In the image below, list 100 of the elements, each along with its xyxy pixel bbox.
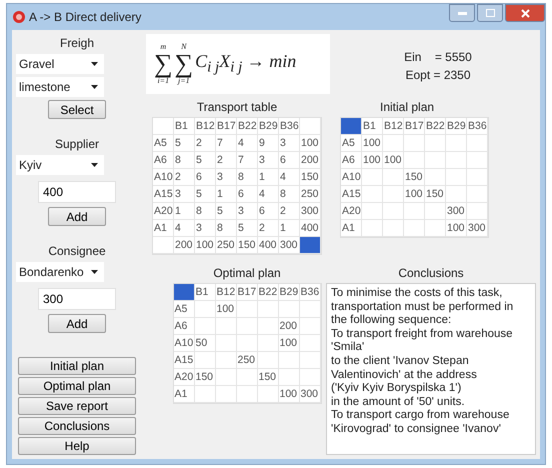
minimize-button[interactable] xyxy=(449,4,475,22)
sum-sign: ∑ xyxy=(174,51,194,77)
table-cell: B36 xyxy=(467,118,488,135)
table-cell: A20 xyxy=(153,203,174,220)
table-cell: B22 xyxy=(425,118,446,135)
table-cell: A5 xyxy=(153,135,174,152)
add-button[interactable]: Add xyxy=(48,207,106,226)
action-button[interactable]: Conclusions xyxy=(18,417,136,435)
text-line: ('Kyiv Kyiv Boryspilska 1') xyxy=(331,382,462,396)
add-button[interactable]: Add xyxy=(48,314,106,333)
action-button[interactable]: Optimal plan xyxy=(18,377,136,395)
table-cell: B12 xyxy=(383,118,404,135)
table-cell: 2 xyxy=(216,152,237,169)
table-cell xyxy=(278,352,300,369)
table-cell xyxy=(194,301,216,318)
table-cell: A5 xyxy=(174,301,194,318)
dropdown[interactable]: Gravel xyxy=(16,54,104,74)
table-cell xyxy=(258,352,278,369)
table-cell xyxy=(404,135,425,152)
table-cell xyxy=(278,301,300,318)
table-cell xyxy=(216,369,236,386)
table-cell: 3 xyxy=(174,186,195,203)
table-cell xyxy=(425,152,446,169)
action-button[interactable]: Help xyxy=(18,437,136,455)
consignee-label: Consignee xyxy=(48,244,106,258)
table-cell: 8 xyxy=(195,203,216,220)
table-cell: 6 xyxy=(258,203,279,220)
caret-icon xyxy=(91,163,98,167)
table-cell: 3 xyxy=(237,203,258,220)
text-line: To transport cargo from warehouse xyxy=(331,409,510,423)
table-cell: B17 xyxy=(236,284,258,301)
table-cell xyxy=(446,186,467,203)
table-cell: 400 xyxy=(258,237,279,254)
dropdown[interactable]: Kyiv xyxy=(16,155,104,175)
table-cell: 8 xyxy=(279,186,300,203)
table-cell: 100 xyxy=(404,186,425,203)
input-field[interactable]: 300 xyxy=(38,288,116,310)
table-cell xyxy=(446,152,467,169)
table-cell xyxy=(216,318,236,335)
table-cell: 2 xyxy=(258,220,279,237)
table-cell: A1 xyxy=(153,220,174,237)
table-cell xyxy=(425,203,446,220)
table-cell: 9 xyxy=(258,135,279,152)
table-cell: B36 xyxy=(300,284,320,301)
table-cell xyxy=(236,318,258,335)
table-cell xyxy=(446,169,467,186)
caret-icon xyxy=(91,62,98,66)
conclusions-label: Conclusions xyxy=(398,266,464,280)
table-cell xyxy=(216,335,236,352)
table-cell: 100 xyxy=(278,335,300,352)
dropdown[interactable]: limestone xyxy=(16,77,104,97)
table-cell xyxy=(383,186,404,203)
formula-expression: C$_{i j}$X$_{i j}$ → min xyxy=(195,51,296,77)
table-cell: A20 xyxy=(341,203,362,220)
table-cell: 3 xyxy=(258,152,279,169)
table-cell: 5 xyxy=(195,186,216,203)
table-cell xyxy=(236,301,258,318)
table-cell: 5 xyxy=(237,220,258,237)
dropdown[interactable]: Bondarenko xyxy=(16,262,104,282)
table-cell: A10 xyxy=(174,335,194,352)
table-cell: 150 xyxy=(425,186,446,203)
table-cell: 8 xyxy=(174,152,195,169)
text-line: Valentinovich' at the address xyxy=(331,368,478,382)
caret-icon xyxy=(91,85,98,89)
table-cell: 1 xyxy=(279,220,300,237)
table-cell: 50 xyxy=(194,335,216,352)
table-cell: B36 xyxy=(279,118,300,135)
action-button[interactable]: Initial plan xyxy=(18,357,136,375)
lower-limit: j=1 xyxy=(178,77,190,85)
table-cell: 300 xyxy=(300,386,320,403)
table-cell: A6 xyxy=(341,152,362,169)
table-cell: 100 xyxy=(216,301,236,318)
upper-limit: m xyxy=(160,43,166,51)
table-cell: B29 xyxy=(446,118,467,135)
table-cell: 100 xyxy=(300,135,321,152)
table-cell: A6 xyxy=(153,152,174,169)
table-cell: B1 xyxy=(194,284,216,301)
table-cell: 4 xyxy=(174,220,195,237)
table-cell: 6 xyxy=(237,186,258,203)
text-line: 'Kirovograd' to consignee 'Ivanov' xyxy=(331,422,502,437)
table-cell: B17 xyxy=(404,118,425,135)
table-cell: A6 xyxy=(174,318,194,335)
window-title: A -> B Direct delivery xyxy=(29,10,142,24)
table-cell: 150 xyxy=(258,369,278,386)
input-field[interactable]: 400 xyxy=(38,181,116,203)
table-title: Optimal plan xyxy=(213,266,281,280)
action-button[interactable]: Save report xyxy=(18,397,136,415)
maximize-button[interactable] xyxy=(477,4,503,22)
table-cell: 5 xyxy=(195,152,216,169)
text-line: transportation must be performed in xyxy=(331,300,514,314)
table-cell: 250 xyxy=(300,186,321,203)
close-button[interactable] xyxy=(505,4,545,22)
table-cell xyxy=(404,203,425,220)
table-cell: 300 xyxy=(467,220,488,237)
select-button[interactable]: Select xyxy=(48,100,106,119)
table-cell xyxy=(362,169,383,186)
table-cell: 150 xyxy=(237,237,258,254)
table-cell xyxy=(383,203,404,220)
table-cell: B12 xyxy=(216,284,236,301)
table-cell: A1 xyxy=(174,386,194,403)
